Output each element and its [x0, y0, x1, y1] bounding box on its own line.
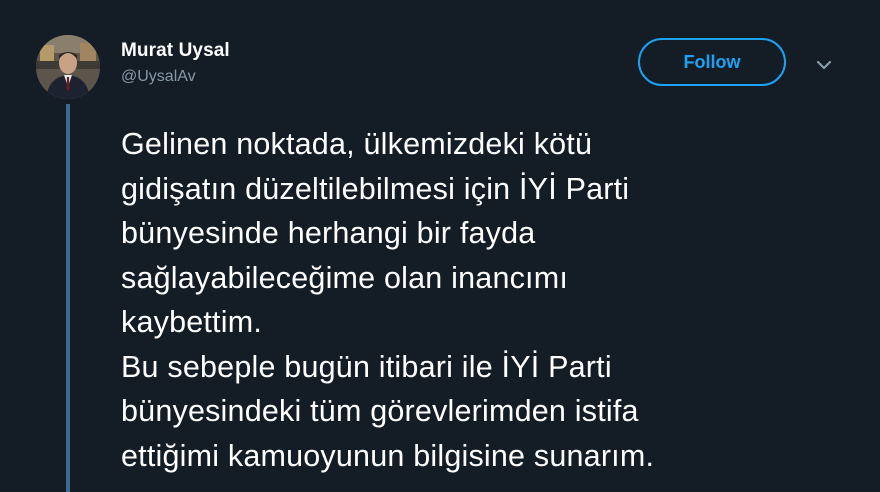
avatar-photo — [36, 35, 100, 99]
display-name[interactable]: Murat Uysal — [121, 40, 230, 62]
tweet-card: Murat Uysal @UysalAv Follow Gelinen nokt… — [0, 0, 880, 492]
chevron-down-icon[interactable] — [815, 58, 833, 72]
tweet-header: Murat Uysal @UysalAv — [121, 40, 230, 87]
user-handle[interactable]: @UysalAv — [121, 67, 230, 87]
avatar[interactable] — [36, 35, 100, 99]
thread-line — [66, 104, 70, 492]
tweet-text: Gelinen noktada, ülkemizdeki kötü gidişa… — [121, 127, 655, 473]
follow-button[interactable]: Follow — [638, 38, 786, 86]
